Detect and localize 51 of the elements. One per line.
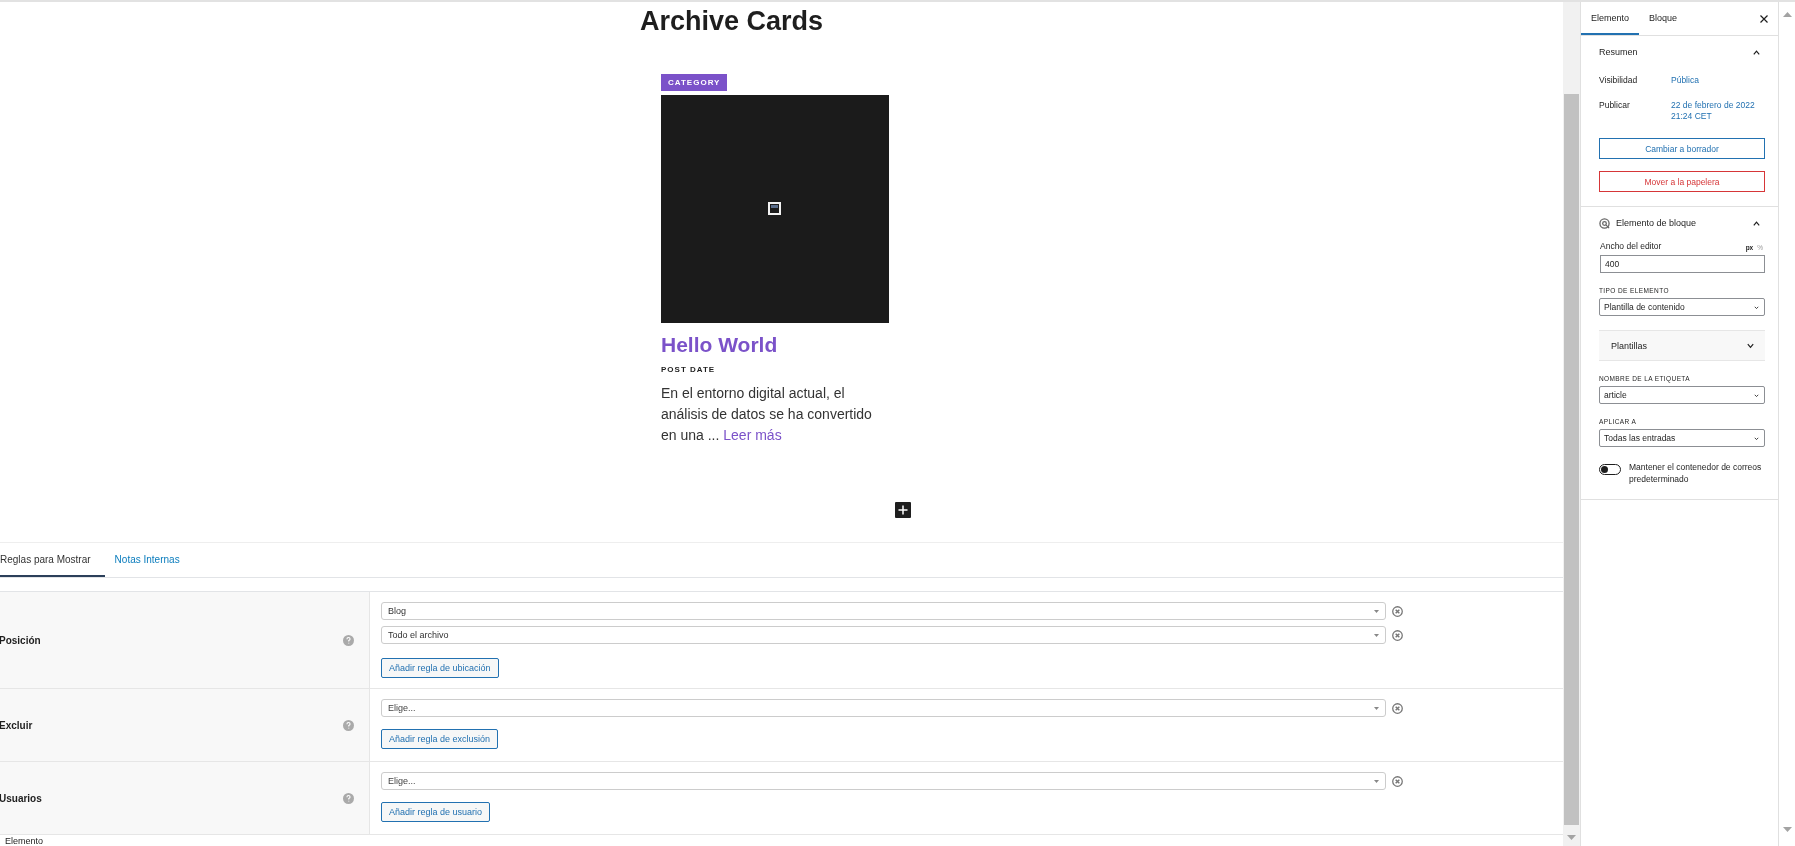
rule-label: Excluir xyxy=(0,719,33,731)
post-title-link[interactable]: Hello World xyxy=(661,333,778,357)
field-value-link[interactable]: 22 de febrero de 2022 21:24 CET xyxy=(1671,98,1760,122)
page-title: Archive Cards xyxy=(640,5,825,38)
scroll-down-icon[interactable] xyxy=(1782,827,1792,832)
field-label: Ancho del editor xyxy=(1600,241,1662,251)
toggle-label: Mantener el contenedor de correos predeterminado xyxy=(1629,461,1763,485)
remove-icon[interactable] xyxy=(1392,605,1403,617)
caret-icon xyxy=(1374,609,1379,613)
rules-tab[interactable]: Reglas para Mostrar xyxy=(0,543,105,577)
rule-label: Posición xyxy=(0,634,41,646)
sidebar-button[interactable]: Mover a la papelera xyxy=(1599,171,1765,192)
post-date: POST DATE xyxy=(661,365,716,374)
close-icon xyxy=(1760,14,1768,23)
select-field[interactable]: Todo el archivo xyxy=(381,626,1386,644)
remove-icon[interactable] xyxy=(1392,629,1403,641)
rule-label: Usuarios xyxy=(0,792,42,804)
toggle-switch[interactable] xyxy=(1599,464,1621,475)
add-rule-button[interactable]: Añadir regla de exclusión xyxy=(381,729,499,749)
status-label: Elemento xyxy=(5,836,45,846)
select-field[interactable]: Blog xyxy=(381,602,1386,620)
sidebar-button[interactable]: Cambiar a borrador xyxy=(1599,138,1765,159)
scrollbar-thumb[interactable] xyxy=(1564,94,1579,825)
caret-icon xyxy=(1374,706,1379,710)
select-field[interactable]: Plantilla de contenido xyxy=(1599,298,1765,316)
field-label: Publicar xyxy=(1599,99,1631,112)
post-excerpt: En el entorno digital actual, el análisis de datos se ha convertido en una ... Leer más xyxy=(661,384,873,445)
sidebar-tab[interactable]: Elemento xyxy=(1581,2,1640,35)
category-tag: CATEGORY xyxy=(661,74,728,91)
rules-tab[interactable]: Notas Internas xyxy=(114,543,194,577)
remove-icon[interactable] xyxy=(1392,775,1403,787)
field-label: Visibilidad xyxy=(1599,74,1639,86)
add-block-icon[interactable] xyxy=(895,502,911,518)
scroll-up-icon[interactable] xyxy=(1782,12,1792,17)
input-field[interactable]: 400 xyxy=(1600,255,1765,273)
select-field[interactable]: Elige... xyxy=(381,772,1386,790)
caret-icon xyxy=(1374,779,1379,783)
read-more-link[interactable]: Leer más xyxy=(723,427,782,443)
select-field[interactable]: Todas las entradas xyxy=(1599,429,1765,447)
add-rule-button[interactable]: Añadir regla de ubicación xyxy=(381,658,499,678)
remove-icon[interactable] xyxy=(1392,702,1403,714)
add-rule-button[interactable]: Añadir regla de usuario xyxy=(381,802,491,822)
caret-icon xyxy=(1374,633,1379,637)
block-icon xyxy=(1599,217,1610,229)
templates-panel[interactable]: Plantillas xyxy=(1599,330,1765,361)
select-field[interactable]: Elige... xyxy=(381,699,1386,717)
panel-header[interactable]: Elemento de bloque xyxy=(1592,207,1767,239)
panel-header[interactable]: Resumen xyxy=(1592,36,1767,68)
select-field[interactable]: article xyxy=(1599,386,1765,404)
field-value-link[interactable]: Pública xyxy=(1671,73,1760,86)
sidebar-tab[interactable]: Bloque xyxy=(1639,2,1688,35)
